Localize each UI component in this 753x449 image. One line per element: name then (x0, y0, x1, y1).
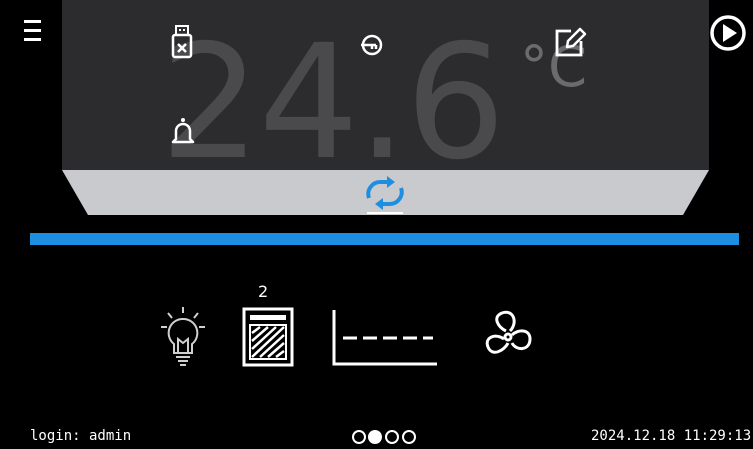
fan-button[interactable] (480, 309, 536, 369)
light-button[interactable] (158, 305, 208, 373)
page-dot-2 (368, 430, 382, 444)
key-icon (361, 34, 383, 56)
chamber-button[interactable] (240, 307, 296, 371)
page-indicator[interactable] (351, 429, 421, 445)
bell-icon (171, 118, 195, 144)
page-dot-1 (352, 430, 366, 444)
play-circle-icon (710, 15, 746, 51)
edit-icon (555, 27, 587, 57)
swap-view-button[interactable] (361, 176, 409, 214)
usb-button[interactable] (170, 24, 194, 64)
swap-arrows-icon (366, 176, 404, 210)
fan-icon (485, 310, 532, 354)
usb-removed-icon (171, 25, 193, 59)
page-dot-4 (402, 430, 416, 444)
chamber-icon (242, 307, 294, 367)
date-time: 2024.12.18 11:29:13 (591, 428, 752, 444)
hamburger-menu-icon (24, 20, 41, 41)
page-dot-3 (385, 430, 399, 444)
edit-button[interactable] (553, 25, 587, 63)
start-button[interactable] (708, 12, 748, 52)
chamber-count: 2 (258, 282, 269, 301)
status-progress-bar (30, 233, 739, 245)
menu-button[interactable] (18, 14, 52, 48)
slider-handle[interactable] (367, 212, 403, 214)
light-bulb-icon (161, 307, 205, 366)
login-status: login: admin (30, 428, 132, 444)
key-button[interactable] (359, 32, 385, 62)
program-graph-icon (332, 310, 437, 366)
program-button[interactable] (331, 310, 439, 372)
alarm-button[interactable] (170, 117, 196, 151)
